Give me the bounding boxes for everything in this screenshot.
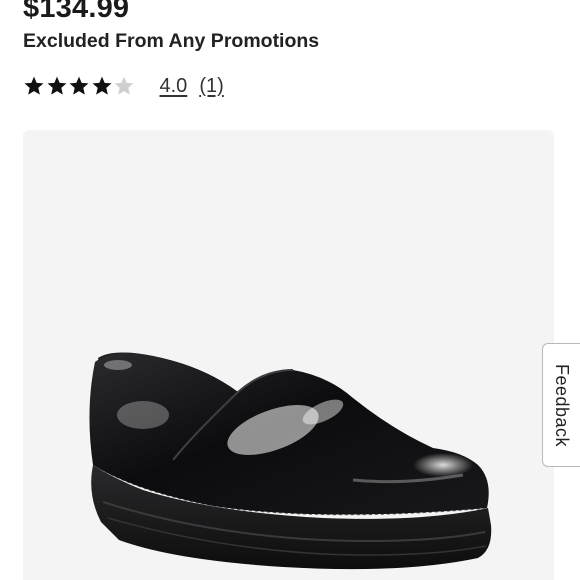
star-icon bbox=[69, 76, 89, 95]
clog-image bbox=[89, 352, 492, 570]
feedback-label: Feedback bbox=[552, 363, 572, 447]
rating-value-link[interactable]: 4.0 bbox=[160, 75, 188, 98]
star-icon bbox=[24, 76, 44, 95]
product-page: $134.99 Excluded From Any Promotions 4.0… bbox=[0, 0, 580, 580]
star-icon bbox=[47, 76, 66, 95]
review-count-link[interactable]: (1) bbox=[199, 75, 223, 98]
product-image[interactable] bbox=[23, 130, 554, 580]
star-icon bbox=[92, 76, 111, 95]
star-icon bbox=[114, 76, 134, 95]
feedback-tab[interactable]: Feedback bbox=[542, 343, 580, 467]
star-rating bbox=[23, 75, 136, 97]
rating-summary: 4.0 (1) bbox=[23, 71, 224, 101]
product-price: $134.99 bbox=[23, 0, 130, 24]
promotion-exclusion-note: Excluded From Any Promotions bbox=[23, 30, 320, 52]
